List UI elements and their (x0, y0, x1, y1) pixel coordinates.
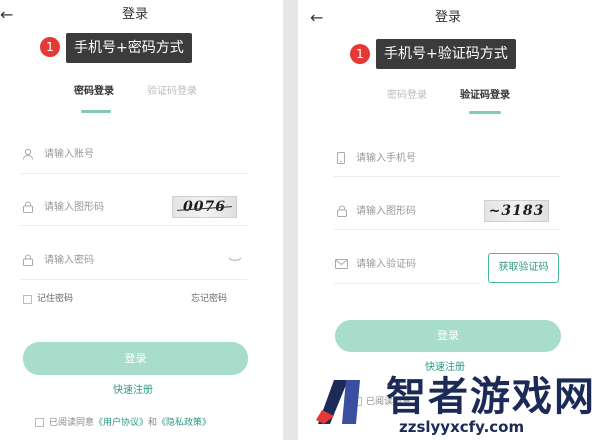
phone-input[interactable]: 请输入手机号 (356, 152, 416, 166)
forgot-password-link[interactable]: 忘记密码 (191, 293, 227, 305)
input-divider (20, 173, 247, 174)
lock-icon (22, 254, 34, 266)
agree-checkbox[interactable] (35, 418, 44, 427)
agree-and: 和 (148, 418, 158, 428)
graphic-code-input[interactable]: 请输入图形码 (356, 205, 416, 219)
input-divider (334, 229, 560, 230)
tab-password-login[interactable]: 密码登录 (74, 85, 114, 99)
input-divider (334, 176, 560, 177)
login-button[interactable]: 登录 (23, 342, 248, 375)
input-divider (20, 225, 247, 226)
agreement-text: 已阅读同意《用户协议》和《隐私政策》 (49, 417, 211, 429)
tab-password-login[interactable]: 密码登录 (387, 89, 427, 103)
active-tab-underline (469, 111, 501, 114)
page-title: 登录 (435, 10, 462, 25)
remember-password-label: 记住密码 (37, 294, 74, 304)
user-icon (22, 148, 34, 160)
input-divider (20, 279, 247, 280)
password-login-screen: ← 登录 1 手机号+密码方式 密码登录 验证码登录 请输入账号 请输入图形码 … (0, 0, 283, 440)
tab-code-login[interactable]: 验证码登录 (460, 89, 510, 103)
back-arrow-icon[interactable]: ← (310, 9, 323, 27)
annotation-tooltip: 手机号+密码方式 (66, 33, 192, 63)
lock-icon (336, 205, 348, 217)
annotation-tooltip: 手机号+验证码方式 (376, 39, 516, 69)
captcha-image[interactable]: 0076 (172, 196, 237, 218)
mail-icon (335, 259, 348, 269)
tab-code-login[interactable]: 验证码登录 (147, 85, 197, 99)
step-badge: 1 (40, 37, 60, 57)
watermark-url: zzslyyxcfy.com (399, 418, 525, 436)
phone-icon (336, 152, 346, 164)
page-title: 登录 (122, 7, 149, 22)
user-agreement-link[interactable]: 《用户协议》 (94, 418, 148, 428)
captcha-image[interactable]: ~3183 (484, 200, 549, 222)
active-tab-underline (81, 110, 111, 113)
eye-closed-icon[interactable] (228, 256, 242, 264)
password-input[interactable]: 请输入密码 (44, 254, 94, 268)
step-badge: 1 (350, 44, 370, 64)
watermark-logo (316, 372, 386, 432)
remember-password-checkbox[interactable] (23, 295, 32, 304)
agree-prefix: 已阅读同意 (49, 418, 95, 428)
login-button[interactable]: 登录 (335, 320, 561, 352)
input-divider (334, 283, 480, 284)
quick-register-link[interactable]: 快速注册 (113, 385, 153, 397)
lock-icon (22, 201, 34, 213)
sms-code-input[interactable]: 请输入验证码 (356, 258, 416, 272)
captcha-text: ~3183 (488, 203, 545, 219)
watermark-brand: 智者游戏网 (386, 374, 594, 420)
graphic-code-input[interactable]: 请输入图形码 (44, 201, 104, 215)
quick-register-link[interactable]: 快速注册 (425, 362, 465, 374)
get-code-button[interactable]: 获取验证码 (488, 253, 559, 283)
back-arrow-icon[interactable]: ← (0, 6, 13, 24)
privacy-policy-link[interactable]: 《隐私政策》 (157, 418, 211, 428)
account-input[interactable]: 请输入账号 (44, 148, 94, 162)
